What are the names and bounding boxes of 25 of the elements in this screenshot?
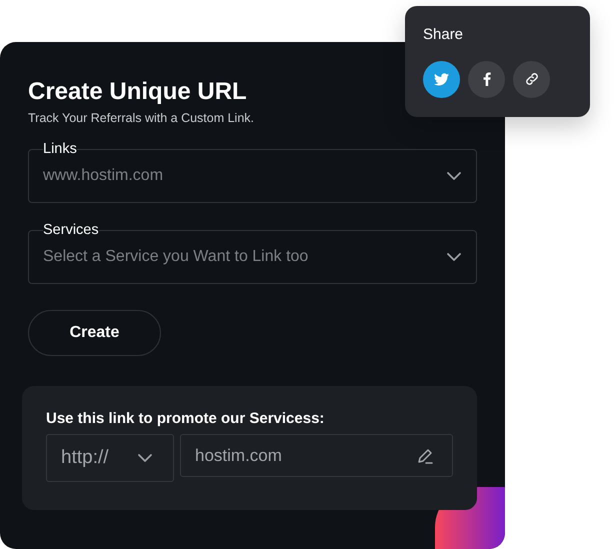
field-label: Services [43,222,99,238]
create-button[interactable]: Create [28,310,161,356]
promo-label: Use this link to promote our Servicess: [46,408,326,429]
field-label: Links [43,142,77,156]
link-icon [524,72,538,86]
twitter-bird-share-button[interactable] [423,60,460,98]
chevron-down-icon [137,453,153,464]
protocol-text: http:// [61,446,109,470]
chevron-down-icon [446,252,462,262]
twitter-bird-icon [434,72,449,86]
select-input[interactable]: www.hostim.com [43,161,446,191]
domain-field[interactable]: hostim.com [180,434,453,478]
edit-icon [416,446,434,465]
select-field[interactable]: Links www.hostim.com [28,142,477,203]
link-share-button[interactable] [513,60,550,98]
chevron-down-icon [446,171,462,181]
card-title: Create Unique URL [28,78,247,107]
select-field[interactable]: Services Select a Service you Want to Link too [28,222,477,284]
card-subtitle: Track Your Referrals with a Custom Link. [28,110,256,127]
domain-input[interactable]: hostim.com [195,443,416,468]
share-title: Share [423,25,464,45]
facebook-share-button[interactable] [468,60,505,98]
select-input[interactable]: Select a Service you Want to Link too [43,242,446,272]
protocol-dropdown[interactable]: http:// [46,434,174,482]
facebook-icon [482,72,490,86]
